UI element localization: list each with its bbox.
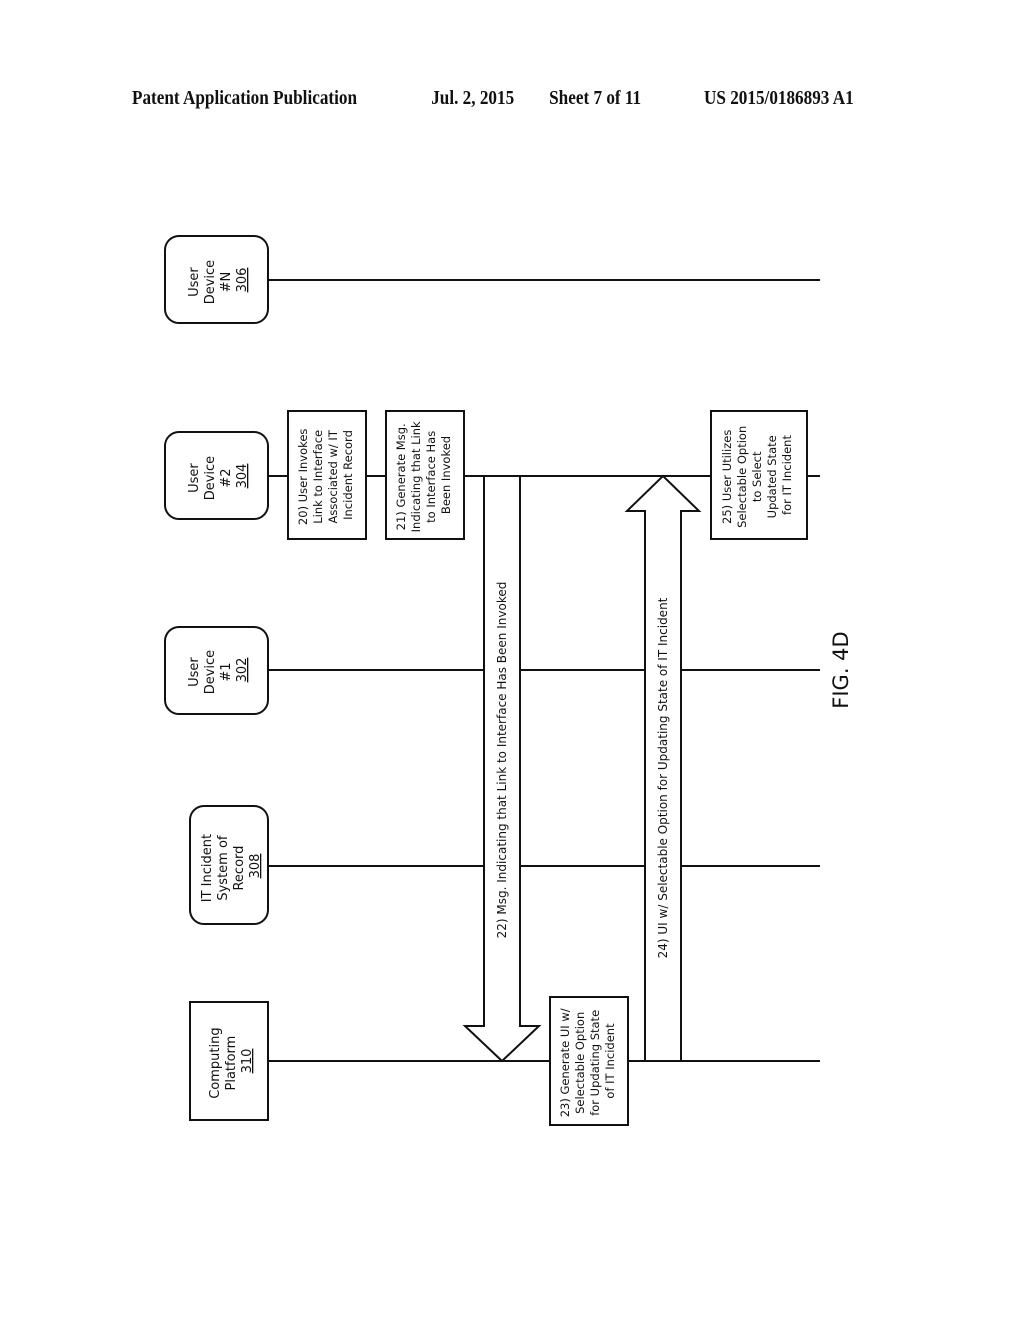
- step-label-20: 20) User Invokes Link to Interface Assoc…: [296, 425, 355, 525]
- sequence-diagram: User Device #N 306 User Device #2 304 Us…: [164, 235, 853, 1126]
- message-label-24: 24) UI w/ Selectable Option for Updating…: [656, 597, 670, 958]
- figure-label: FIG. 4D: [829, 631, 853, 708]
- message-label-22: 22) Msg. Indicating that Link to Interfa…: [495, 582, 509, 939]
